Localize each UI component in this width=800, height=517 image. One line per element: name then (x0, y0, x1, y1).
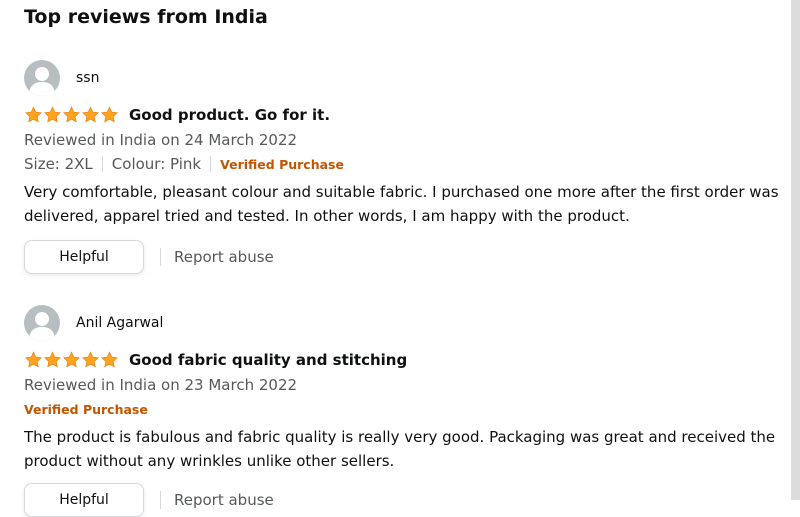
star-icon (63, 106, 80, 123)
reviewer-profile[interactable]: Anil Agarwal (24, 305, 163, 341)
reviewer-profile[interactable]: ssn (24, 60, 99, 96)
divider (101, 156, 103, 172)
review-date: Reviewed in India on 24 March 2022 (24, 131, 298, 149)
person-icon (29, 312, 55, 341)
reviewer-name[interactable]: ssn (76, 69, 99, 87)
review-title[interactable]: Good product. Go for it. (129, 105, 330, 125)
star-icon (82, 351, 99, 368)
star-icon (63, 351, 80, 368)
page-title: Top reviews from India (24, 6, 268, 28)
divider (160, 491, 161, 509)
scrollbar[interactable] (791, 0, 800, 500)
size-label[interactable]: Size: 2XL (24, 155, 93, 173)
review-meta: Size: 2XL Colour: Pink Verified Purchase (24, 154, 344, 174)
star-icon (25, 351, 42, 368)
star-icon (25, 106, 42, 123)
report-abuse-link[interactable]: Report abuse (174, 491, 274, 509)
divider (160, 248, 161, 266)
helpful-button[interactable]: Helpful (24, 483, 144, 517)
verified-purchase-badge: Verified Purchase (24, 402, 148, 417)
star-icon (44, 106, 61, 123)
colour-label[interactable]: Colour: Pink (112, 155, 201, 173)
report-abuse-link[interactable]: Report abuse (174, 248, 274, 266)
verified-purchase-badge: Verified Purchase (220, 156, 344, 172)
star-rating[interactable] (24, 106, 119, 124)
star-icon (44, 351, 61, 368)
star-rating[interactable] (24, 351, 119, 369)
review-date: Reviewed in India on 23 March 2022 (24, 376, 298, 394)
reviewer-name[interactable]: Anil Agarwal (76, 314, 163, 332)
avatar (24, 305, 60, 341)
review-body: The product is fabulous and fabric quali… (24, 428, 776, 470)
star-icon (82, 106, 99, 123)
divider (210, 156, 212, 172)
avatar (24, 60, 60, 96)
review-title[interactable]: Good fabric quality and stitching (129, 350, 407, 370)
review-actions: Helpful Report abuse (24, 483, 274, 517)
star-icon (101, 351, 118, 368)
review-actions: Helpful Report abuse (24, 240, 274, 274)
person-icon (29, 67, 55, 96)
helpful-button[interactable]: Helpful (24, 240, 144, 274)
review-body: Very comfortable, pleasant colour and su… (24, 183, 779, 225)
star-icon (101, 106, 118, 123)
